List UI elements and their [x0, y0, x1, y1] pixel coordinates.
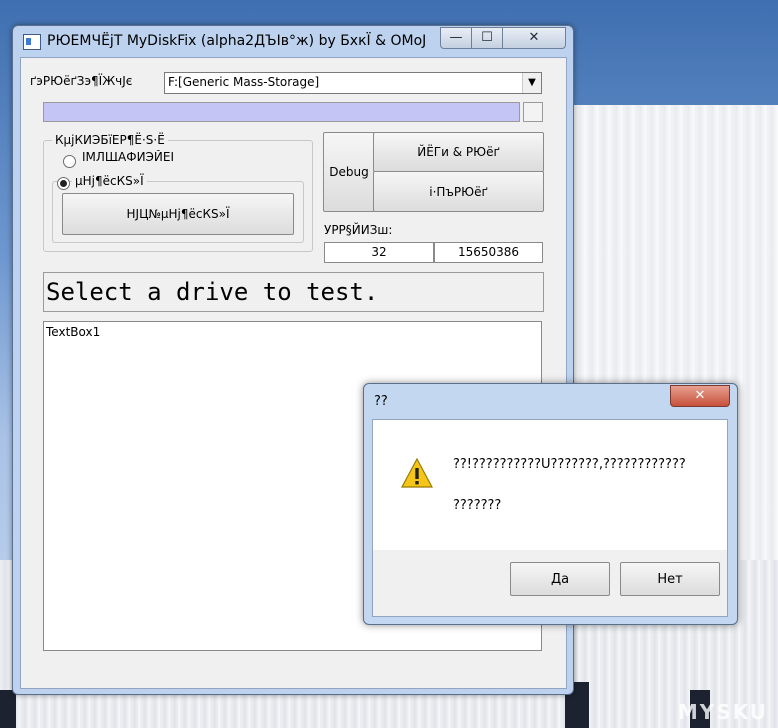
test-method-group: КµјКИЭБїЕР¶Ё·S·Ё ІМЛЩАФИЭЙЕІ µНј¶ёсКS»Ї … — [43, 133, 313, 252]
dialog-close-button[interactable]: ✕ — [670, 385, 730, 407]
status-indicator — [523, 102, 543, 122]
capacity-label: УРР§ЙИЗш: — [324, 223, 393, 237]
undo-repair-button[interactable]: і·ПъРЮёґ — [373, 171, 544, 212]
background-window — [0, 690, 16, 728]
capacity-field-2: 15650386 — [434, 242, 543, 263]
radio-option-2-label: µНј¶ёсКS»Ї — [72, 174, 147, 188]
capacity-field-1: 32 — [324, 242, 434, 263]
close-button[interactable]: ✕ — [502, 27, 566, 49]
watermark: MYSKU — [677, 700, 768, 724]
chevron-down-icon[interactable]: ▼ — [522, 73, 541, 93]
yes-button[interactable]: Да — [510, 562, 610, 596]
dialog-message-line-2: ??????? — [453, 498, 502, 513]
minimize-button[interactable]: — — [440, 27, 472, 49]
debug-button[interactable]: Debug — [323, 132, 375, 212]
dialog-title: ?? — [374, 394, 388, 409]
no-button[interactable]: Нет — [620, 562, 720, 596]
device-select-value: F:[Generic Mass-Storage] — [168, 75, 320, 89]
progress-bar — [43, 102, 520, 122]
scan-repair-button[interactable]: ЙЁГи & РЮёґ — [373, 132, 544, 172]
window-title: РЮЕМЧЁјТ MyDiskFix (alpha2ДЪІв°ж) by Бхк… — [47, 33, 427, 49]
log-textbox-content: TextBox1 — [46, 325, 101, 339]
format-subgroup: µНј¶ёсКS»Ї НЈЦ№µНј¶ёсКS»Ї — [52, 174, 304, 243]
maximize-button[interactable]: ☐ — [471, 27, 503, 49]
dialog-body: ??!??????????U???????,???????????? ?????… — [372, 419, 728, 617]
confirm-dialog: ?? ✕ ??!??????????U???????,???????????? … — [363, 383, 738, 625]
dialog-message-line-1: ??!??????????U???????,???????????? — [453, 457, 686, 472]
group-title: КµјКИЭБїЕР¶Ё·S·Ё — [52, 133, 168, 147]
radio-option-1[interactable] — [63, 155, 76, 168]
dialog-message-area: ??!??????????U???????,???????????? ?????… — [373, 420, 727, 550]
progress-fill — [44, 103, 519, 121]
low-level-format-button[interactable]: НЈЦ№µНј¶ёсКS»Ї — [62, 193, 294, 235]
titlebar[interactable]: РЮЕМЧЁјТ MyDiskFix (alpha2ДЪІв°ж) by Бхк… — [13, 26, 573, 56]
radio-option-2[interactable] — [57, 177, 70, 190]
radio-option-1-label: ІМЛЩАФИЭЙЕІ — [82, 150, 175, 161]
device-select[interactable]: F:[Generic Mass-Storage] ▼ — [164, 72, 542, 94]
warning-icon — [401, 458, 433, 488]
device-label: ґэРЮёґЗэ¶ЇЖчЈє — [30, 74, 133, 88]
app-icon — [23, 34, 41, 50]
status-message: Select a drive to test. — [43, 272, 544, 312]
